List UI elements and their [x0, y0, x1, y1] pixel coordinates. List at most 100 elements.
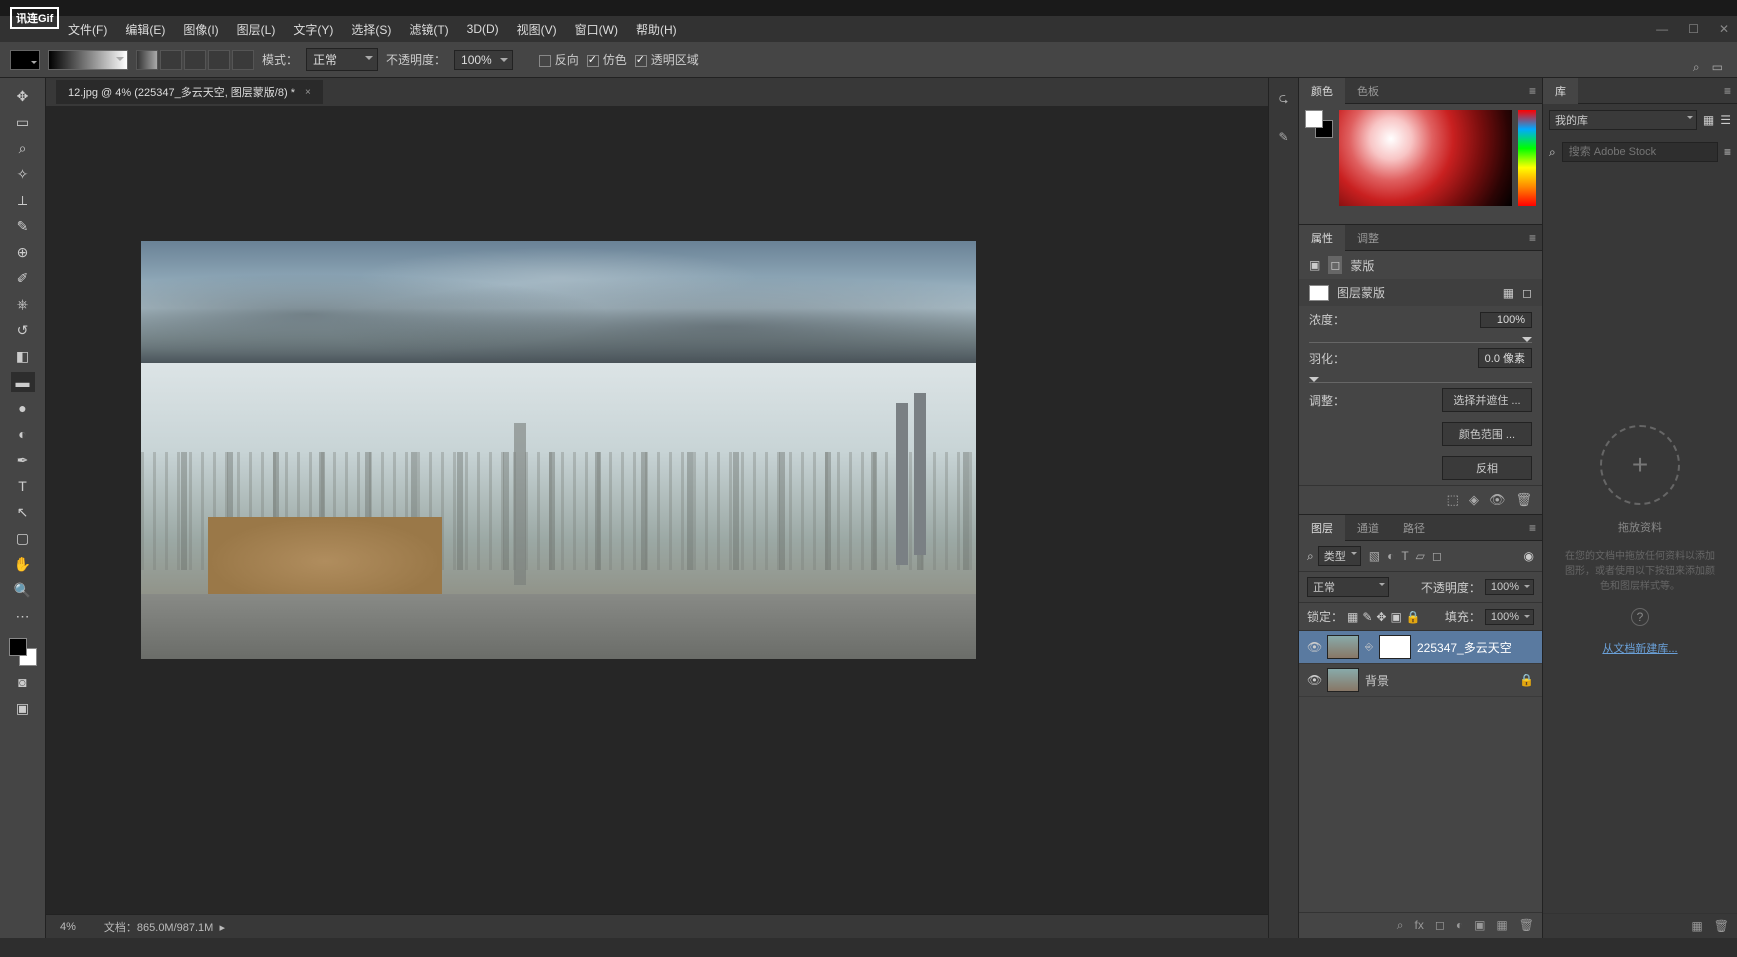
channels-tab[interactable]: 通道 — [1345, 515, 1391, 541]
blend-mode-dropdown[interactable]: 正常 — [1307, 577, 1389, 597]
help-icon[interactable]: ? — [1631, 608, 1649, 626]
brush-tool[interactable]: ✐ — [11, 268, 35, 288]
menu-image[interactable]: 图像(I) — [175, 17, 226, 42]
layer-name[interactable]: 225347_多云天空 — [1417, 639, 1512, 656]
magic-wand-tool[interactable]: ✧ — [11, 164, 35, 184]
screen-mode-toggle[interactable]: ▣ — [11, 698, 35, 718]
close-button[interactable]: ✕ — [1719, 22, 1729, 36]
menu-layer[interactable]: 图层(L) — [229, 17, 284, 42]
doc-size[interactable]: 文档：865.0M/987.1M ▸ — [104, 919, 225, 935]
lib-delete-icon[interactable]: 🗑 — [1714, 919, 1729, 933]
apply-mask-icon[interactable]: ◈ — [1469, 492, 1479, 508]
menu-3d[interactable]: 3D(D) — [459, 18, 507, 40]
filter-pixel-icon[interactable]: ▧ — [1369, 549, 1380, 563]
density-value[interactable]: 100% — [1480, 312, 1532, 328]
history-brush-tool[interactable]: ↺ — [11, 320, 35, 340]
lib-add-icon[interactable]: ▦ — [1691, 919, 1702, 933]
brush-panel-icon[interactable]: ✎ — [1275, 128, 1293, 146]
quick-mask-toggle[interactable]: ◙ — [11, 672, 35, 692]
menu-filter[interactable]: 滤镜(T) — [401, 17, 456, 42]
lock-all-icon[interactable]: 🔒 — [1406, 610, 1421, 624]
layer-opacity-value[interactable]: 100% — [1485, 579, 1534, 595]
dodge-tool[interactable]: ◐ — [11, 424, 35, 444]
menu-window[interactable]: 窗口(W) — [567, 17, 626, 42]
gradient-tool[interactable]: ▬ — [11, 372, 35, 392]
color-range-button[interactable]: 颜色范围 ... — [1442, 422, 1532, 446]
adjustments-tab[interactable]: 调整 — [1345, 225, 1391, 251]
mode-dropdown[interactable]: 正常 — [306, 48, 378, 71]
history-icon[interactable]: ⮎ — [1275, 90, 1293, 108]
library-select[interactable]: 我的库 — [1549, 110, 1697, 130]
invert-button[interactable]: 反相 — [1442, 456, 1532, 480]
delete-mask-icon[interactable]: 🗑 — [1515, 492, 1532, 508]
tool-preset-picker[interactable] — [10, 50, 40, 70]
path-select-tool[interactable]: ↖ — [11, 502, 35, 522]
menu-file[interactable]: 文件(F) — [60, 17, 115, 42]
add-mask-icon[interactable]: ◻ — [1435, 918, 1445, 933]
document-tab[interactable]: 12.jpg @ 4% (225347_多云天空, 图层蒙版/8) * × — [56, 80, 323, 104]
hue-slider[interactable] — [1518, 110, 1536, 206]
properties-tab[interactable]: 属性 — [1299, 225, 1345, 251]
layers-menu-icon[interactable]: ≡ — [1529, 521, 1536, 535]
layer-mask-thumb[interactable] — [1379, 635, 1411, 659]
visibility-icon[interactable]: 👁 — [1307, 673, 1321, 687]
new-layer-icon[interactable]: ▦ — [1496, 918, 1507, 933]
prop-menu-icon[interactable]: ≡ — [1529, 231, 1536, 245]
menu-select[interactable]: 选择(S) — [343, 17, 399, 42]
link-layers-icon[interactable]: ⌕ — [1397, 918, 1404, 933]
filter-smart-icon[interactable]: ◻ — [1432, 549, 1442, 563]
swatches-tab[interactable]: 色板 — [1345, 78, 1391, 104]
zoom-tool[interactable]: 🔍 — [11, 580, 35, 600]
lock-trans-icon[interactable]: ▦ — [1347, 610, 1358, 624]
gradient-radial[interactable] — [160, 50, 182, 70]
lasso-tool[interactable]: ⌕ — [11, 138, 35, 158]
edit-toolbar[interactable]: ⋯ — [11, 606, 35, 626]
tab-close-icon[interactable]: × — [305, 87, 311, 98]
fill-value[interactable]: 100% — [1485, 609, 1534, 625]
canvas-area[interactable] — [46, 106, 1268, 938]
filter-shape-icon[interactable]: ▱ — [1416, 549, 1425, 563]
layers-tab[interactable]: 图层 — [1299, 515, 1345, 541]
density-slider[interactable] — [1309, 333, 1532, 343]
layer-row-sky[interactable]: 👁 ⎆ 225347_多云天空 — [1299, 631, 1542, 664]
crop-tool[interactable]: ⟂ — [11, 190, 35, 210]
feather-value[interactable]: 0.0 像素 — [1478, 348, 1532, 368]
maximize-button[interactable]: ☐ — [1688, 22, 1699, 36]
filter-adjust-icon[interactable]: ◐ — [1387, 549, 1394, 563]
filter-type-dropdown[interactable]: 类型 — [1318, 546, 1361, 566]
workspace-icon[interactable]: ▭ — [1712, 60, 1723, 75]
minimize-button[interactable]: — — [1656, 22, 1668, 36]
transparency-check[interactable]: 透明区域 — [635, 51, 699, 68]
vector-mask-icon[interactable]: ◻ — [1328, 256, 1342, 274]
color-tab[interactable]: 颜色 — [1299, 78, 1345, 104]
pixel-mask-icon[interactable]: ▣ — [1309, 258, 1320, 272]
color-field[interactable] — [1339, 110, 1512, 206]
layer-thumb[interactable] — [1327, 668, 1359, 692]
menu-help[interactable]: 帮助(H) — [628, 17, 685, 42]
libraries-tab[interactable]: 库 — [1543, 78, 1578, 104]
lib-grid-icon[interactable]: ▦ — [1703, 113, 1714, 127]
add-mask-icon[interactable]: ◻ — [1522, 286, 1532, 300]
delete-layer-icon[interactable]: 🗑 — [1519, 918, 1534, 933]
lib-list-icon[interactable]: ☰ — [1720, 113, 1731, 127]
healing-tool[interactable]: ⊕ — [11, 242, 35, 262]
color-fgbg[interactable] — [1305, 110, 1333, 138]
filter-toggle[interactable]: ◉ — [1524, 549, 1534, 563]
feather-slider[interactable] — [1309, 373, 1532, 383]
new-from-doc-link[interactable]: 从文档新建库... — [1602, 640, 1677, 656]
lock-artboard-icon[interactable]: ▣ — [1390, 610, 1401, 624]
fx-icon[interactable]: fx — [1415, 918, 1424, 933]
eyedropper-tool[interactable]: ✎ — [11, 216, 35, 236]
gradient-diamond[interactable] — [232, 50, 254, 70]
reverse-check[interactable]: 反向 — [539, 51, 579, 68]
gradient-reflected[interactable] — [208, 50, 230, 70]
move-tool[interactable]: ✥ — [11, 86, 35, 106]
gradient-linear[interactable] — [136, 50, 158, 70]
group-icon[interactable]: ▣ — [1474, 918, 1485, 933]
load-selection-icon[interactable]: ⬚ — [1447, 492, 1459, 508]
opacity-dropdown[interactable]: 100% — [454, 50, 513, 70]
marquee-tool[interactable]: ▭ — [11, 112, 35, 132]
search-menu-icon[interactable]: ≡ — [1724, 145, 1731, 159]
mask-thumb[interactable] — [1309, 285, 1329, 301]
lock-pos-icon[interactable]: ✥ — [1376, 610, 1386, 624]
